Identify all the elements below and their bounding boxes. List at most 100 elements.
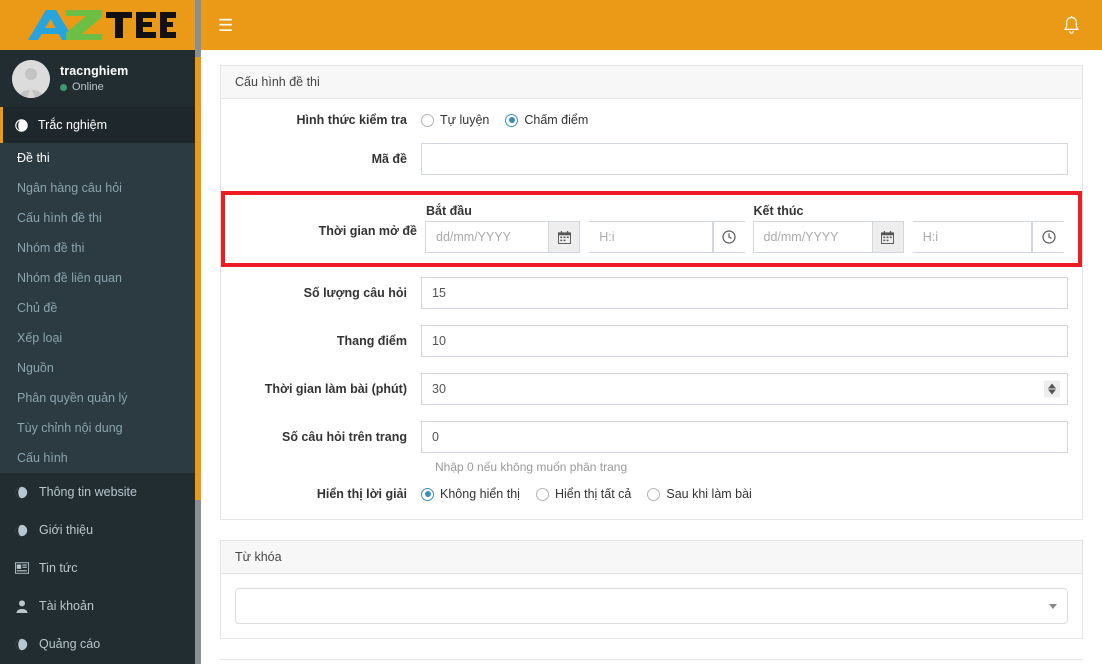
stepper-down-icon[interactable]	[1048, 389, 1056, 395]
exam-code-input[interactable]	[421, 143, 1068, 175]
config-panel-body: Hình thức kiểm tra Tự luyện Chấm điểm Mã…	[221, 99, 1082, 519]
radio-hien-thi-tat-ca[interactable]: Hiển thị tất cả	[535, 487, 631, 501]
end-time-input[interactable]	[912, 221, 1032, 253]
radio-label: Không hiển thị	[440, 487, 520, 501]
questions-per-page-input[interactable]	[421, 421, 1068, 453]
sidebar-item-label: Giới thiệu	[39, 523, 94, 537]
sidebar-subitem-nguon[interactable]: Nguồn	[0, 353, 201, 383]
duration-control	[421, 373, 1068, 405]
sidebar-subitem-tuy-chinh-noi-dung[interactable]: Tùy chỉnh nội dung	[0, 413, 201, 443]
start-date-group	[425, 221, 581, 253]
start-date-input[interactable]	[425, 221, 549, 253]
duration-row: Thời gian làm bài (phút)	[235, 373, 1068, 405]
radio-cham-diem[interactable]: Chấm điểm	[505, 113, 588, 127]
exam-code-label: Mã đề	[371, 152, 407, 166]
radio-icon	[647, 487, 661, 501]
sidebar-item-tin-tuc[interactable]: Tin tức	[0, 549, 201, 587]
show-solution-control: Không hiển thị Hiển thị tất cả Sau khi l…	[421, 487, 1068, 501]
sidebar-item-gioi-thieu[interactable]: Giới thiệu	[0, 511, 201, 549]
user-info: tracnghiem Online	[60, 64, 128, 93]
online-dot-icon	[60, 83, 67, 91]
questions-per-page-label: Số câu hỏi trên trang	[281, 430, 407, 444]
questions-per-page-row: Số câu hỏi trên trang	[235, 421, 1068, 453]
sidebar-subitem-xep-loai[interactable]: Xếp loại	[0, 323, 201, 353]
score-scale-label: Thang điểm	[336, 334, 407, 348]
avatar	[12, 59, 50, 98]
sidebar-subitem-nhom-de-lien-quan[interactable]: Nhóm đề liên quan	[0, 263, 201, 293]
questions-per-page-control	[421, 421, 1068, 453]
sidebar-item-trac-nghiem[interactable]: Trắc nghiệm	[0, 107, 201, 143]
end-time-group-field	[912, 221, 1064, 253]
start-time-group-field	[589, 221, 745, 253]
config-panel: Cấu hình đề thi Hình thức kiểm tra Tự lu…	[220, 65, 1083, 520]
sidebar-subitem-ngan-hang-cau-hoi[interactable]: Ngân hàng câu hỏi	[0, 173, 201, 203]
radio-sau-khi-lam-bai[interactable]: Sau khi làm bài	[647, 487, 752, 501]
sidebar: tracnghiem Online Trắc nghiệm Đề thi Ngâ…	[0, 0, 201, 664]
chevron-down-icon[interactable]	[1049, 603, 1057, 609]
app-root: tracnghiem Online Trắc nghiệm Đề thi Ngâ…	[0, 0, 1102, 664]
sidebar-item-label: Quảng cáo	[39, 637, 101, 651]
show-solution-row: Hiển thị lời giải Không hiển thị Hiển th…	[235, 487, 1068, 501]
calendar-icon[interactable]	[871, 221, 904, 253]
top-navbar: ☰	[201, 0, 1102, 50]
sidebar-subitem-nhom-de-thi[interactable]: Nhóm đề thi	[0, 233, 201, 263]
bell-icon[interactable]	[1063, 15, 1080, 35]
start-time-input[interactable]	[589, 221, 713, 253]
end-date-group	[752, 221, 904, 253]
end-label: Kết thúc	[753, 204, 804, 218]
radio-khong-hien-thi[interactable]: Không hiển thị	[421, 487, 520, 501]
radio-tu-luyen[interactable]: Tự luyện	[421, 113, 489, 127]
sidebar-item-label: Tài khoản	[39, 599, 94, 613]
newspaper-icon	[14, 562, 29, 574]
end-time-group: Kết thúc	[745, 204, 1064, 253]
sidebar-subitem-phan-quyen-quan-ly[interactable]: Phân quyền quản lý	[0, 383, 201, 413]
sidebar-subitem-chu-de[interactable]: Chủ đề	[0, 293, 201, 323]
user-panel[interactable]: tracnghiem Online	[0, 50, 201, 107]
menu-toggle-icon[interactable]: ☰	[218, 17, 233, 34]
main-area: ☰ Cấu hình đề thi Hình thức kiểm tra Tự …	[201, 0, 1102, 664]
questions-per-page-help: Nhập 0 nếu không muốn phân trang	[435, 460, 628, 474]
sidebar-item-label: Trắc nghiệm	[38, 118, 108, 132]
question-count-input[interactable]	[421, 277, 1068, 309]
sidebar-item-label: Thông tin website	[39, 485, 137, 499]
clock-icon[interactable]	[1032, 221, 1064, 253]
exam-mode-control: Tự luyện Chấm điểm	[421, 113, 1068, 127]
duration-stepper[interactable]	[1044, 380, 1060, 398]
sidebar-subitem-cau-hinh-de-thi[interactable]: Cấu hình đề thi	[0, 203, 201, 233]
question-count-control	[421, 277, 1068, 309]
stepper-up-icon[interactable]	[1048, 383, 1056, 389]
exam-mode-row: Hình thức kiểm tra Tự luyện Chấm điểm	[235, 113, 1068, 127]
sidebar-subitem-de-thi[interactable]: Đề thi	[0, 143, 201, 173]
score-scale-input[interactable]	[421, 325, 1068, 357]
logo-bar	[0, 0, 201, 50]
sidebar-item-thong-tin-website[interactable]: Thông tin website	[0, 473, 201, 511]
sidebar-item-label: Tin tức	[39, 561, 78, 575]
sidebar-nav: Trắc nghiệm Đề thi Ngân hàng câu hỏi Cấu…	[0, 107, 201, 664]
start-label: Bắt đầu	[426, 204, 472, 218]
logo-icon	[27, 10, 176, 40]
aztest-logo[interactable]	[26, 8, 176, 42]
calendar-icon[interactable]	[548, 221, 581, 253]
score-scale-row: Thang điểm	[235, 325, 1068, 357]
question-count-row: Số lượng câu hỏi	[235, 277, 1068, 309]
duration-label: Thời gian làm bài (phút)	[264, 382, 407, 396]
exam-code-row: Mã đề	[235, 143, 1068, 175]
radio-icon	[421, 113, 434, 127]
score-scale-control	[421, 325, 1068, 357]
sidebar-item-quang-cao[interactable]: Quảng cáo	[0, 625, 201, 663]
sidebar-item-tai-khoan[interactable]: Tài khoản	[0, 587, 201, 625]
duration-input[interactable]	[421, 373, 1068, 405]
globe-icon	[14, 524, 29, 537]
end-date-input[interactable]	[752, 221, 872, 253]
keyword-panel-title: Từ khóa	[221, 541, 1082, 574]
radio-label: Tự luyện	[440, 113, 490, 127]
keyword-select[interactable]	[235, 588, 1068, 624]
user-status-label: Online	[72, 81, 104, 93]
radio-label: Sau khi làm bài	[666, 487, 752, 501]
show-solution-label: Hiển thị lời giải	[316, 487, 407, 501]
form-footer: Cập nhật Hủy	[220, 659, 1083, 664]
user-status: Online	[60, 81, 128, 93]
sidebar-subitem-cau-hinh[interactable]: Cấu hình	[0, 443, 201, 473]
exam-code-control	[421, 143, 1068, 175]
clock-icon[interactable]	[712, 221, 745, 253]
